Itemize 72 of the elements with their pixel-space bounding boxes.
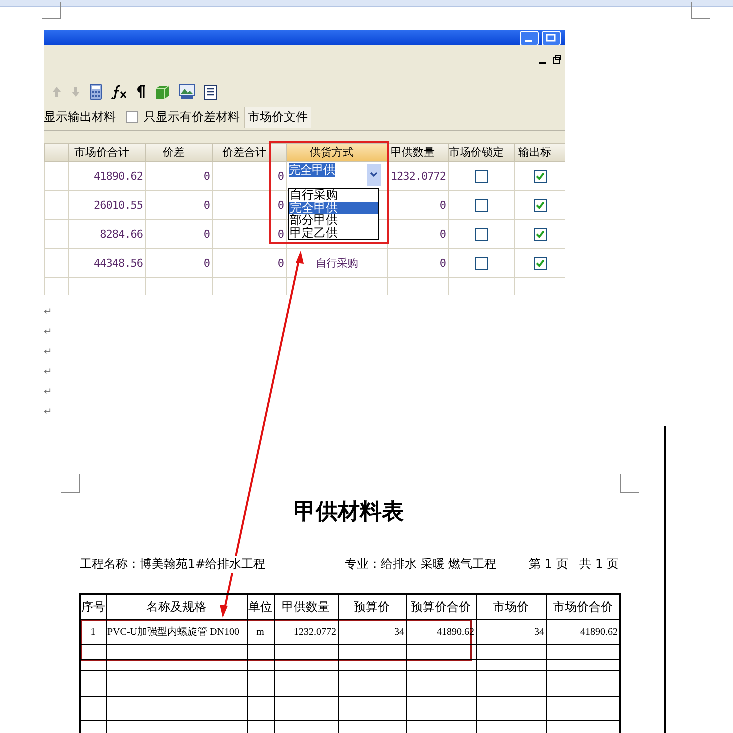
checkbox[interactable] xyxy=(475,198,488,212)
crop-mark xyxy=(620,474,639,493)
table-cell: 0 xyxy=(146,248,212,278)
checkbox[interactable] xyxy=(534,228,546,240)
column-header: 市场价合计 xyxy=(68,144,146,162)
table-cell: 0 xyxy=(146,190,212,220)
paragraph-mark: ↵ xyxy=(44,306,54,320)
table-cell: 0 xyxy=(212,220,286,248)
crop-mark xyxy=(42,2,61,19)
checkbox[interactable] xyxy=(475,228,488,240)
checkbox[interactable] xyxy=(534,170,546,182)
column-header: 市场价 xyxy=(476,594,546,620)
checkbox[interactable] xyxy=(534,198,546,212)
table-cell: 0 xyxy=(212,162,286,190)
table-cell: 0 xyxy=(388,190,448,220)
dropdown-option[interactable]: 完全甲供 xyxy=(289,202,378,214)
column-header: 甲供数量 xyxy=(388,144,448,162)
restore-icon[interactable] xyxy=(553,55,561,65)
column-header: 序号 xyxy=(80,594,106,620)
column-header: 单位 xyxy=(247,594,274,620)
table-cell: 34 xyxy=(338,620,406,644)
checkbox[interactable] xyxy=(475,256,488,270)
table-cell: 0 xyxy=(212,248,286,278)
table-cell: m xyxy=(247,620,274,644)
column-header: 预算价 xyxy=(338,594,406,620)
checkbox-label: 只显示有价差材料 xyxy=(144,108,240,126)
list-icon[interactable] xyxy=(204,84,217,100)
table-cell: 41890.62 xyxy=(68,162,146,190)
table-cell: 自行采购 xyxy=(286,248,388,278)
cube-icon[interactable] xyxy=(155,84,170,100)
report-title: 甲供材料表 xyxy=(293,499,405,527)
table-cell: 0 xyxy=(388,220,448,248)
function-icon[interactable] xyxy=(111,85,127,99)
table-cell: 0 xyxy=(146,162,212,190)
dropdown-option[interactable]: 部分甲供 xyxy=(289,214,378,226)
table-cell: 44348.56 xyxy=(68,248,146,278)
table-cell: 1232.0772 xyxy=(274,620,338,644)
table-cell: PVC-U加强型内螺旋管 DN100 xyxy=(106,620,247,644)
page-info: 第 1 页 共 1 页 xyxy=(529,556,619,573)
checkbox[interactable] xyxy=(534,256,546,270)
paragraph-mark: ↵ xyxy=(44,386,54,400)
crop-mark xyxy=(61,474,80,493)
table-cell: 26010.55 xyxy=(68,190,146,220)
paragraph-mark: ↵ xyxy=(44,346,54,360)
specialty-label: 专业：给排水 采暖 燃气工程 xyxy=(345,556,498,573)
calculator-icon[interactable] xyxy=(90,84,102,100)
project-name: 工程名称：博美翰苑1#给排水工程 xyxy=(79,556,266,573)
column-header: 市场价锁定 xyxy=(448,144,514,162)
column-header: 预算价合价 xyxy=(406,594,476,620)
paragraph-mark: ↵ xyxy=(44,326,54,340)
column-header: 价差合计 xyxy=(212,144,286,162)
table-cell: 0 xyxy=(212,190,286,220)
table-cell: 1 xyxy=(80,620,106,644)
checkbox[interactable] xyxy=(126,111,138,123)
table-cell: 0 xyxy=(388,248,448,278)
column-header: 供货方式 xyxy=(286,144,388,162)
column-header: 输出标 xyxy=(514,144,565,162)
table-cell: 0 xyxy=(146,220,212,248)
market-price-file-button[interactable]: 市场价文件 xyxy=(244,106,311,128)
table-cell: 1232.0772 xyxy=(388,162,448,190)
table-cell: 8284.66 xyxy=(68,220,146,248)
dropdown-option[interactable]: 自行采购 xyxy=(289,189,378,202)
filter-label: 显示输出材料 xyxy=(44,108,116,126)
column-header: 价差 xyxy=(146,144,212,162)
paragraph-mark: ↵ xyxy=(44,406,54,420)
checkbox[interactable] xyxy=(475,170,488,182)
paragraph-icon[interactable] xyxy=(136,85,146,99)
table-cell: 34 xyxy=(476,620,546,644)
image-icon[interactable] xyxy=(179,84,195,100)
paragraph-mark: ↵ xyxy=(44,366,54,380)
column-header: 甲供数量 xyxy=(274,594,338,620)
crop-mark xyxy=(691,2,710,19)
